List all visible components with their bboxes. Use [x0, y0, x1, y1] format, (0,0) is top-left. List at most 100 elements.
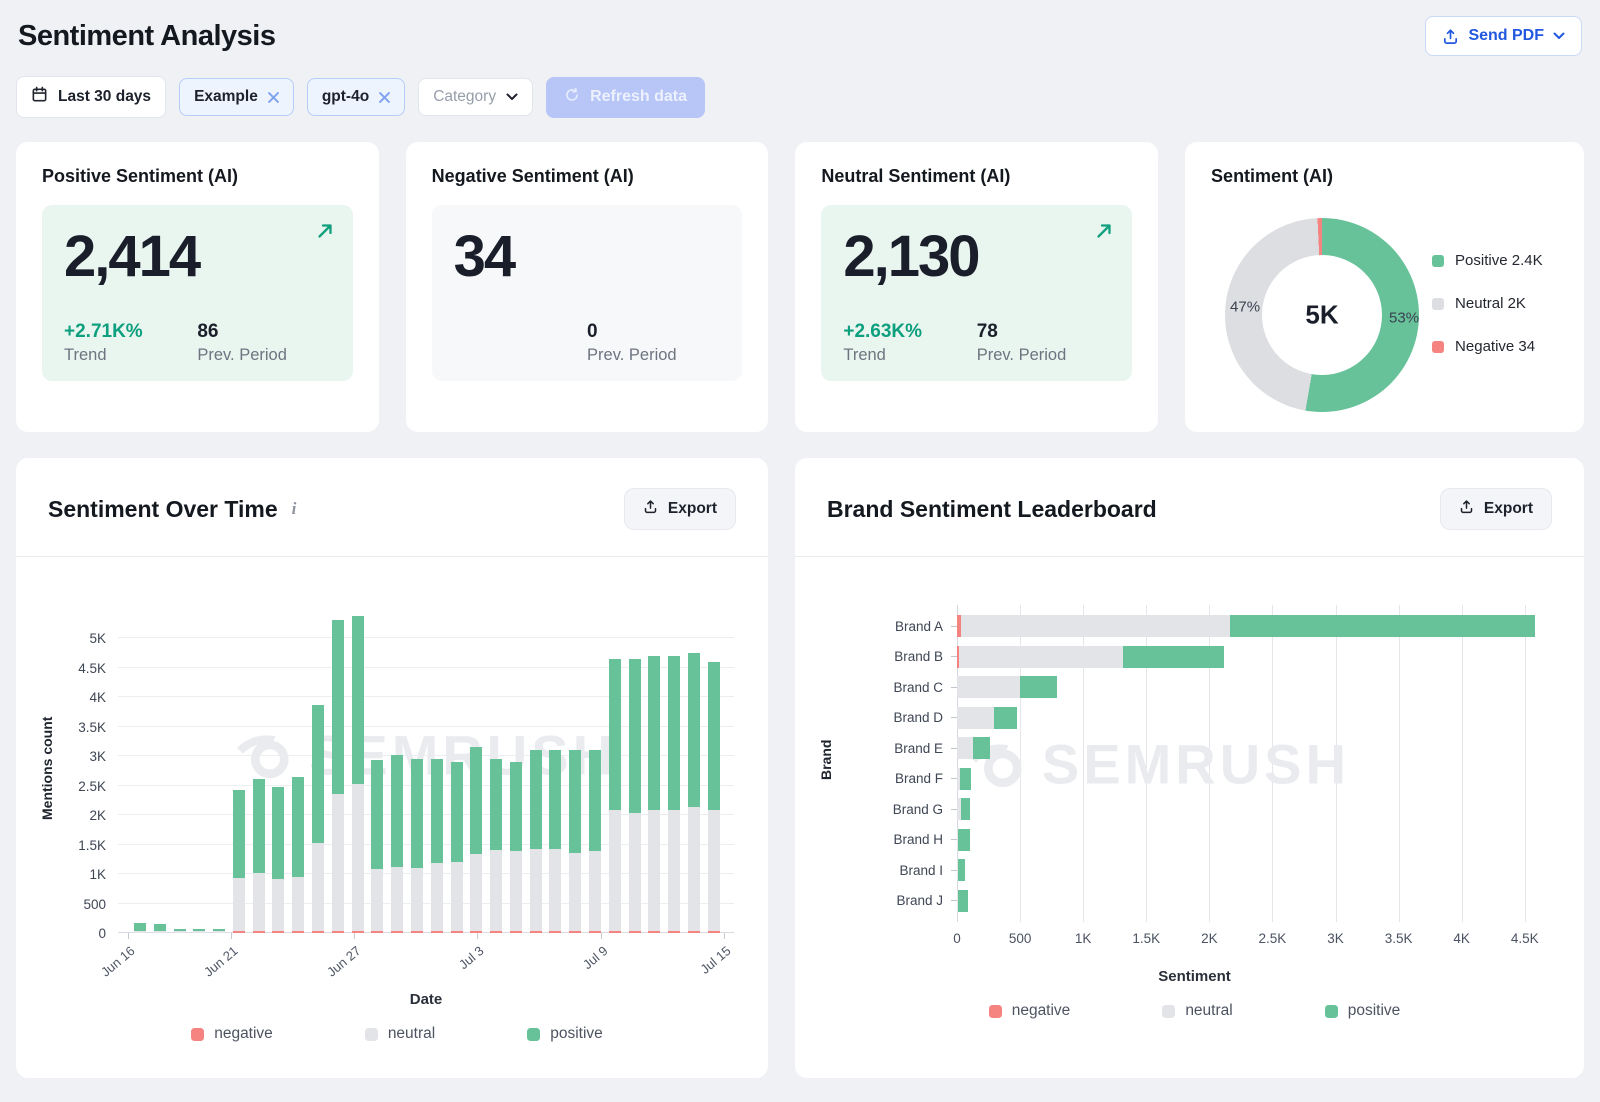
chart-title: Sentiment Over Time	[48, 496, 278, 523]
donut-neutral-pct-label: 47%	[1230, 299, 1260, 316]
chart-title: Brand Sentiment Leaderboard	[827, 496, 1157, 523]
bar-segment-neutral	[292, 877, 304, 931]
legend-label: Negative 34	[1455, 338, 1535, 355]
upload-icon	[1459, 499, 1474, 519]
x-axis-tick-label: 0	[953, 931, 961, 946]
bar-segment-positive	[253, 779, 265, 873]
bar-segment-positive	[958, 890, 969, 912]
bar-track	[957, 615, 1550, 637]
legend-label: positive	[1348, 1002, 1401, 1020]
x-axis-title: Date	[118, 991, 734, 1008]
sentiment-analysis-dashboard: Sentiment Analysis Send PDF Last 30 days…	[0, 0, 1600, 1090]
bar-segment-neutral	[629, 813, 641, 931]
bar-jul-2	[451, 762, 463, 933]
filter-chip-gpt-4o[interactable]: gpt-4o	[307, 78, 405, 116]
trend-value: +2.71K%	[64, 321, 197, 343]
legend-item-neutral[interactable]: neutral	[1162, 1002, 1232, 1020]
bar-jul-11	[629, 659, 641, 933]
bar-segment-neutral	[272, 879, 284, 931]
y-axis-tick-label: 2K	[89, 808, 106, 823]
legend-item-negative[interactable]: negative	[989, 1002, 1071, 1020]
export-button[interactable]: Export	[1440, 488, 1552, 530]
y-axis-tick-label: 1K	[89, 867, 106, 882]
y-axis-tick-label: 3K	[89, 749, 106, 764]
date-range-filter[interactable]: Last 30 days	[16, 76, 166, 118]
bar-segment-positive	[589, 750, 601, 851]
prev-label: Prev. Period	[977, 346, 1110, 365]
category-dropdown[interactable]: Category	[418, 78, 533, 116]
sentiment-donut-card: Sentiment (AI) 5K 47% 53% Positive 2.4K …	[1185, 142, 1584, 432]
brand-label: Brand F	[839, 771, 951, 786]
bar-track	[957, 859, 1550, 881]
trend-stat: +2.63K% Trend	[843, 321, 976, 365]
bar-segment-neutral	[332, 794, 344, 931]
bar-segment-negative	[391, 931, 403, 933]
bar-jul-15	[708, 662, 720, 933]
bar-segment-neutral	[312, 843, 324, 931]
filter-chip-label: gpt-4o	[322, 88, 369, 106]
x-axis-tick-label: 3.5K	[1385, 931, 1413, 946]
bar-segment-positive	[994, 707, 1017, 729]
bar-jun-21	[233, 790, 245, 933]
legend-item-positive[interactable]: positive	[527, 1025, 603, 1043]
legend-item-neutral[interactable]: Neutral 2K	[1432, 295, 1544, 312]
bar-segment-negative	[292, 931, 304, 933]
legend-swatch	[1432, 341, 1444, 353]
bar-segment-negative	[490, 931, 502, 933]
bar-segment-positive	[549, 750, 561, 849]
charts-row: Sentiment Over Time i Export Mentions co…	[16, 458, 1584, 1078]
legend-swatch	[191, 1028, 204, 1041]
legend-item-positive[interactable]: Positive 2.4K	[1432, 252, 1544, 269]
filter-chip-example[interactable]: Example	[179, 78, 294, 116]
brand-label: Brand E	[839, 741, 951, 756]
bar-segment-neutral	[957, 737, 973, 759]
legend-item-negative[interactable]: Negative 34	[1432, 338, 1544, 355]
x-axis-title: Sentiment	[839, 968, 1550, 985]
positive-sentiment-card: Positive Sentiment (AI) 2,414 +2.71K% Tr…	[16, 142, 379, 432]
x-axis-tick-label: 1K	[1075, 931, 1092, 946]
brand-label: Brand B	[839, 649, 951, 664]
bar-segment-neutral	[957, 707, 994, 729]
x-axis-tick-label: Jun 21	[201, 943, 241, 980]
kpi-panel: 2,414 +2.71K% Trend 86 Prev. Period	[42, 205, 353, 381]
bar-segment-positive	[1123, 646, 1224, 668]
bar-segment-negative	[233, 931, 245, 933]
bar-stack	[957, 859, 1550, 881]
brand-label: Brand C	[839, 680, 951, 695]
trend-up-arrow-icon	[315, 221, 335, 246]
refresh-data-button[interactable]: Refresh data	[546, 77, 705, 118]
legend-item-negative[interactable]: negative	[191, 1025, 273, 1043]
bar-segment-positive	[960, 768, 971, 790]
bar-segment-neutral	[549, 849, 561, 930]
bar-segment-positive	[1020, 676, 1057, 698]
bar-segment-positive	[292, 777, 304, 877]
send-pdf-button[interactable]: Send PDF	[1425, 16, 1582, 56]
chart-body: Brand SEMRUSH Brand ABrand BBrand CBrand…	[795, 557, 1584, 1020]
bar-jul-4	[490, 759, 502, 933]
bar-segment-negative	[352, 931, 364, 933]
bar-segment-neutral	[530, 849, 542, 932]
bar-stack	[957, 890, 1550, 912]
x-axis-tick-label: Jun 16	[98, 943, 138, 980]
remove-filter-icon[interactable]	[268, 92, 279, 103]
bar-segment-positive	[352, 616, 364, 784]
bar-segment-neutral	[391, 867, 403, 931]
y-axis-tick-label: 4K	[89, 690, 106, 705]
bar-segment-positive	[629, 659, 641, 813]
legend-item-positive[interactable]: positive	[1325, 1002, 1401, 1020]
legend-label: positive	[550, 1025, 603, 1043]
export-label: Export	[668, 500, 717, 518]
refresh-icon	[564, 87, 580, 108]
legend-swatch	[527, 1028, 540, 1041]
bar-segment-neutral	[154, 931, 166, 933]
info-icon[interactable]: i	[292, 499, 297, 519]
export-button[interactable]: Export	[624, 488, 736, 530]
bar-segment-neutral	[470, 854, 482, 931]
bar-jun-20	[213, 929, 225, 933]
legend-item-neutral[interactable]: neutral	[365, 1025, 435, 1043]
upload-icon	[643, 499, 658, 519]
legend-swatch	[1432, 298, 1444, 310]
x-axis-tick-label: Jun 27	[324, 943, 364, 980]
remove-filter-icon[interactable]	[379, 92, 390, 103]
kpi-stats: +2.71K% Trend 86 Prev. Period	[64, 321, 331, 365]
